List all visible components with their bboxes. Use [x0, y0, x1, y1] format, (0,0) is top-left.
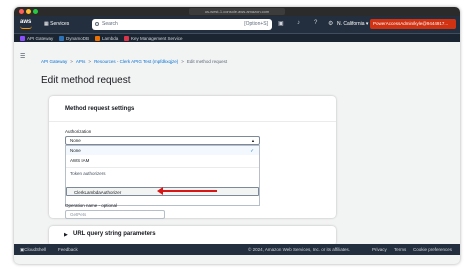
favorites-bar: API Gateway DynamoDB Lambda Key Manageme…: [14, 33, 460, 42]
breadcrumb-current: Edit method request: [186, 59, 228, 64]
search-icon: [95, 22, 99, 26]
cloudshell-icon[interactable]: ▣: [278, 20, 284, 27]
grid-icon: ▦: [44, 21, 49, 27]
option-none[interactable]: None ✓: [66, 146, 259, 155]
checkmark-icon: ✓: [250, 148, 254, 153]
browser-chrome: us-west-1.console.aws.amazon.com: [14, 7, 460, 16]
breadcrumb-api-gateway[interactable]: API Gateway: [41, 59, 67, 64]
authorization-select[interactable]: None ▲: [65, 136, 260, 145]
method-request-settings-panel: Method request settings Authorization No…: [49, 96, 336, 219]
region-selector[interactable]: N. California ▾: [337, 21, 368, 27]
divider: [66, 167, 259, 168]
favorite-api-gateway[interactable]: API Gateway: [20, 35, 53, 42]
breadcrumb-resources[interactable]: Resources - Clerk APIG Test (mpfdkxqjze): [94, 59, 178, 64]
search-shortcut: [Option+S]: [244, 21, 268, 27]
maximize-window-icon[interactable]: [33, 9, 38, 14]
gear-icon[interactable]: ⚙: [328, 20, 333, 27]
aws-logo[interactable]: aws: [20, 19, 32, 29]
address-bar[interactable]: us-west-1.console.aws.amazon.com: [189, 8, 285, 15]
operation-name-input[interactable]: GetPets: [65, 210, 165, 219]
dynamodb-icon: [59, 36, 64, 41]
annotation-arrow: [157, 187, 217, 195]
close-window-icon[interactable]: [19, 9, 24, 14]
aws-top-navigation: aws ▦ Services Search [Option+S] ▣ ♪ ? ⚙…: [14, 16, 460, 33]
authorization-label: Authorization: [65, 129, 92, 134]
services-menu[interactable]: ▦ Services: [44, 21, 69, 27]
bell-icon[interactable]: ♪: [297, 20, 300, 26]
option-aws-iam[interactable]: AWS IAM: [66, 156, 259, 165]
operation-name-label: Operation name - optional: [65, 203, 118, 208]
cookie-preferences-link[interactable]: Cookie preferences: [413, 244, 452, 255]
feedback-link[interactable]: Feedback: [58, 244, 78, 255]
caret-up-icon: ▲: [251, 138, 255, 143]
lambda-icon: [95, 36, 100, 41]
privacy-link[interactable]: Privacy: [372, 244, 387, 255]
authorization-dropdown: None ✓ AWS IAM Token authorizers ClerkLa…: [65, 145, 260, 206]
account-menu[interactable]: PowerAccessAdmin/kyle@9444917...: [370, 19, 456, 29]
kms-icon: [124, 36, 129, 41]
breadcrumb: API Gateway > APIs > Resources - Clerk APIG …: [41, 59, 228, 64]
copyright-text: © 2024, Amazon Web Services, Inc. or its…: [248, 247, 350, 252]
cloudshell-button[interactable]: ▣ CloudShell: [20, 244, 46, 255]
favorite-kms[interactable]: Key Management Service: [124, 35, 183, 42]
divider: [49, 121, 336, 122]
main-content: ☰ API Gateway > APIs > Resources - Clerk API…: [14, 42, 460, 255]
option-group-label: Token authorizers: [70, 171, 106, 176]
breadcrumb-apis[interactable]: APIs: [76, 59, 86, 64]
menu-icon[interactable]: ☰: [20, 53, 25, 60]
favorite-lambda[interactable]: Lambda: [95, 35, 118, 42]
search-input[interactable]: Search [Option+S]: [92, 19, 272, 30]
minimize-window-icon[interactable]: [26, 9, 31, 14]
api-gateway-icon: [20, 36, 25, 41]
favorite-dynamodb[interactable]: DynamoDB: [59, 35, 89, 42]
terms-link[interactable]: Terms: [394, 244, 406, 255]
footer: ▣ CloudShell Feedback © 2024, Amazon Web…: [14, 244, 460, 255]
panel-title: Method request settings: [65, 106, 135, 112]
page-title: Edit method request: [41, 75, 131, 86]
browser-window: us-west-1.console.aws.amazon.com aws ▦ S…: [14, 7, 460, 264]
caret-right-icon: ▶: [64, 232, 68, 238]
help-icon[interactable]: ?: [314, 20, 317, 26]
url-query-string-section[interactable]: ▶ URL query string parameters: [49, 226, 336, 246]
